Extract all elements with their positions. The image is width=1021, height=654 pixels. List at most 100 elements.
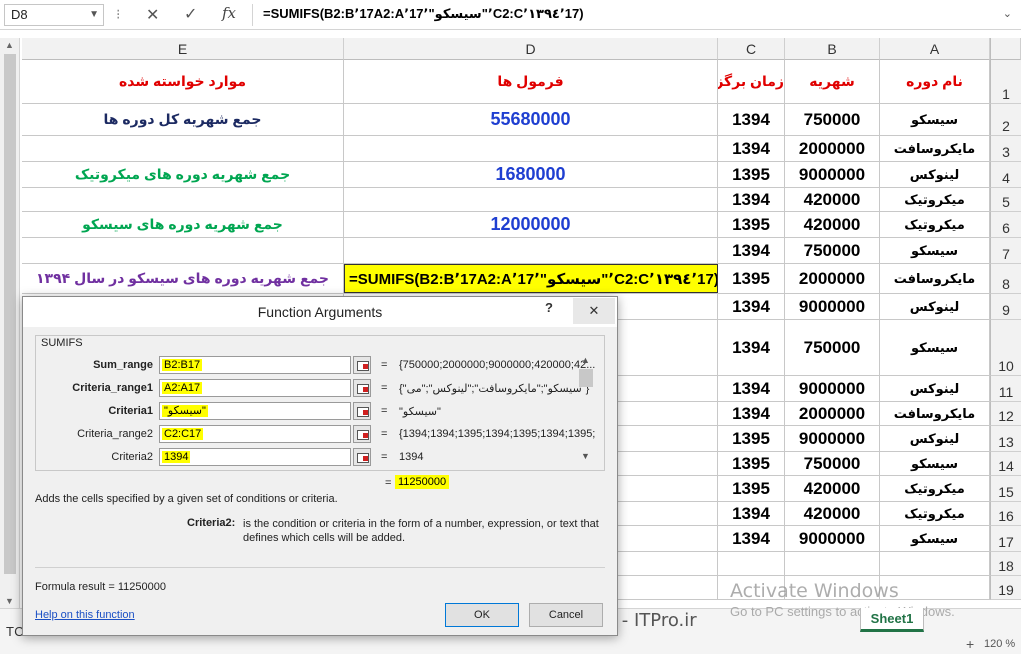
- cell-b6[interactable]: 420000: [785, 212, 880, 237]
- range-picker-icon[interactable]: [353, 402, 371, 420]
- cell-b2[interactable]: 750000: [785, 104, 880, 135]
- cell-a4[interactable]: لینوکس: [880, 162, 990, 187]
- cell-e2[interactable]: جمع شهریه کل دوره ها: [22, 104, 344, 135]
- cell-b15[interactable]: 420000: [785, 476, 880, 501]
- close-button[interactable]: ✕: [573, 298, 615, 324]
- row-header[interactable]: 17: [990, 526, 1021, 552]
- range-picker-icon[interactable]: [353, 379, 371, 397]
- cell-a8[interactable]: مایکروسافت: [880, 264, 990, 293]
- cell-c16[interactable]: 1394: [718, 502, 785, 525]
- name-box[interactable]: D8 ▼: [4, 4, 104, 26]
- cell-d5[interactable]: [344, 188, 718, 211]
- criteria1-input[interactable]: "سیسکو": [159, 402, 351, 420]
- cell-d8[interactable]: =SUMIFS(B2:B٬17A2:A٬17٬"سیسکو"٬C2:C٬١٣٩٤…: [344, 264, 718, 293]
- scroll-thumb[interactable]: [4, 54, 16, 574]
- cell-c15[interactable]: 1395: [718, 476, 785, 501]
- zoom-level[interactable]: 120 %: [984, 638, 1015, 650]
- cell-b7[interactable]: 750000: [785, 238, 880, 263]
- scroll-up-icon[interactable]: ▲: [5, 40, 14, 50]
- formula-input[interactable]: =SUMIFS(B2:B٬17A2:A٬17٬"سیسکو"٬C2:C٬١٣٩٤…: [252, 4, 1018, 26]
- range-picker-icon[interactable]: [353, 425, 371, 443]
- cell-a17[interactable]: سیسکو: [880, 526, 990, 551]
- cell-b18[interactable]: [785, 552, 880, 575]
- cell-a12[interactable]: مایکروسافت: [880, 402, 990, 425]
- cell-c13[interactable]: 1395: [718, 426, 785, 451]
- vertical-scrollbar[interactable]: ▲ ▼: [0, 38, 20, 608]
- cell-c7[interactable]: 1394: [718, 238, 785, 263]
- sheet-tab[interactable]: Sheet1: [860, 608, 924, 632]
- range-picker-icon[interactable]: [353, 448, 371, 466]
- cell-e6[interactable]: جمع شهریه دوره های سیسکو: [22, 212, 344, 237]
- row-header[interactable]: 13: [990, 426, 1021, 452]
- cell-a18[interactable]: [880, 552, 990, 575]
- row-header[interactable]: 2: [990, 104, 1021, 136]
- row-header[interactable]: 12: [990, 402, 1021, 426]
- more-dots-icon[interactable]: ⁝: [116, 6, 121, 23]
- cell-b1[interactable]: شهریه: [785, 60, 880, 103]
- cell-a7[interactable]: سیسکو: [880, 238, 990, 263]
- cell-b17[interactable]: 9000000: [785, 526, 880, 551]
- column-header-c[interactable]: C: [718, 38, 785, 60]
- cell-d4[interactable]: 1680000: [344, 162, 718, 187]
- cell-c10[interactable]: 1394: [718, 320, 785, 375]
- cell-a16[interactable]: میکروتیک: [880, 502, 990, 525]
- cell-a6[interactable]: میکروتیک: [880, 212, 990, 237]
- chevron-down-icon[interactable]: ▼: [89, 5, 99, 25]
- cell-e3[interactable]: [22, 136, 344, 161]
- cell-a1[interactable]: نام دوره: [880, 60, 990, 103]
- help-on-function-link[interactable]: Help on this function: [35, 609, 135, 621]
- cell-b8[interactable]: 2000000: [785, 264, 880, 293]
- cell-e5[interactable]: [22, 188, 344, 211]
- cell-c9[interactable]: 1394: [718, 294, 785, 319]
- cell-a3[interactable]: مایکروسافت: [880, 136, 990, 161]
- range-picker-icon[interactable]: [353, 356, 371, 374]
- row-header[interactable]: 6: [990, 212, 1021, 238]
- cell-c3[interactable]: 1394: [718, 136, 785, 161]
- insert-function-icon[interactable]: fx: [222, 4, 236, 22]
- cell-c14[interactable]: 1395: [718, 452, 785, 475]
- row-header[interactable]: 14: [990, 452, 1021, 476]
- cell-c1[interactable]: زمان برگزاری: [718, 60, 785, 103]
- cell-b9[interactable]: 9000000: [785, 294, 880, 319]
- cell-b10[interactable]: 750000: [785, 320, 880, 375]
- check-icon[interactable]: ✓: [184, 4, 197, 24]
- args-scroll-up-icon[interactable]: ▲: [581, 355, 590, 365]
- row-header[interactable]: 1: [990, 60, 1021, 104]
- cell-b13[interactable]: 9000000: [785, 426, 880, 451]
- cell-c5[interactable]: 1394: [718, 188, 785, 211]
- row-header[interactable]: 10: [990, 320, 1021, 376]
- row-header[interactable]: 15: [990, 476, 1021, 502]
- row-header[interactable]: 19: [990, 576, 1021, 600]
- cell-c18[interactable]: [718, 552, 785, 575]
- row-header[interactable]: 4: [990, 162, 1021, 188]
- cell-b5[interactable]: 420000: [785, 188, 880, 211]
- zoom-in-icon[interactable]: +: [966, 636, 974, 652]
- cell-d2[interactable]: 55680000: [344, 104, 718, 135]
- cell-a9[interactable]: لینوکس: [880, 294, 990, 319]
- cell-b11[interactable]: 9000000: [785, 376, 880, 401]
- cell-c17[interactable]: 1394: [718, 526, 785, 551]
- cell-a11[interactable]: لینوکس: [880, 376, 990, 401]
- cell-e1[interactable]: موارد خواسته شده: [22, 60, 344, 103]
- cell-a14[interactable]: سیسکو: [880, 452, 990, 475]
- row-header[interactable]: 18: [990, 552, 1021, 576]
- cell-c4[interactable]: 1395: [718, 162, 785, 187]
- criteria-range1-input[interactable]: A2:A17: [159, 379, 351, 397]
- cell-a10[interactable]: سیسکو: [880, 320, 990, 375]
- cell-b3[interactable]: 2000000: [785, 136, 880, 161]
- cell-a13[interactable]: لینوکس: [880, 426, 990, 451]
- cell-a5[interactable]: میکروتیک: [880, 188, 990, 211]
- ok-button[interactable]: OK: [445, 603, 519, 627]
- cell-d1[interactable]: فرمول ها: [344, 60, 718, 103]
- cancel-icon[interactable]: ✕: [146, 5, 159, 25]
- row-header[interactable]: 9: [990, 294, 1021, 320]
- chevron-down-icon[interactable]: ⌄: [1003, 4, 1012, 24]
- row-header[interactable]: 5: [990, 188, 1021, 212]
- row-header[interactable]: 16: [990, 502, 1021, 526]
- row-header[interactable]: 7: [990, 238, 1021, 264]
- column-header-d[interactable]: D: [344, 38, 718, 60]
- cell-d6[interactable]: 12000000: [344, 212, 718, 237]
- cell-c6[interactable]: 1395: [718, 212, 785, 237]
- cell-e7[interactable]: [22, 238, 344, 263]
- args-scroll-down-icon[interactable]: ▼: [581, 451, 590, 461]
